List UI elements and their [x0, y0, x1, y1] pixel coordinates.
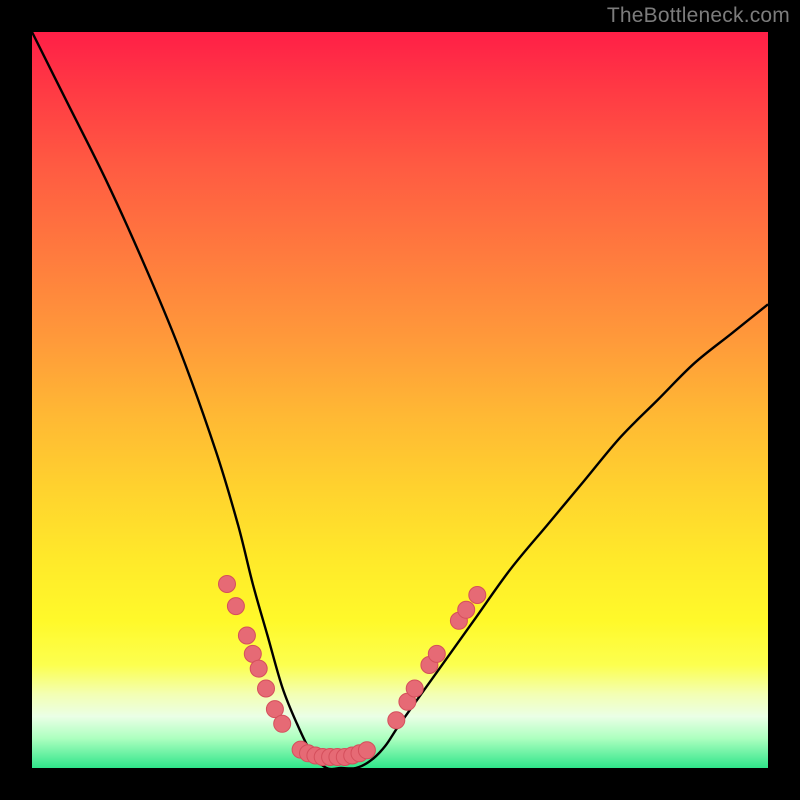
- data-marker: [258, 680, 275, 697]
- data-marker: [458, 601, 475, 618]
- data-marker: [274, 715, 291, 732]
- data-marker: [428, 645, 445, 662]
- data-marker: [388, 712, 405, 729]
- data-marker: [250, 660, 267, 677]
- data-marker: [469, 587, 486, 604]
- data-marker: [219, 576, 236, 593]
- chart-plot-area: [32, 32, 768, 768]
- data-marker: [358, 742, 375, 759]
- data-marker: [238, 627, 255, 644]
- bottleneck-curve: [32, 32, 768, 768]
- data-marker: [227, 598, 244, 615]
- data-marker: [406, 680, 423, 697]
- chart-frame: TheBottleneck.com: [0, 0, 800, 800]
- chart-svg: [32, 32, 768, 768]
- watermark-text: TheBottleneck.com: [607, 4, 790, 28]
